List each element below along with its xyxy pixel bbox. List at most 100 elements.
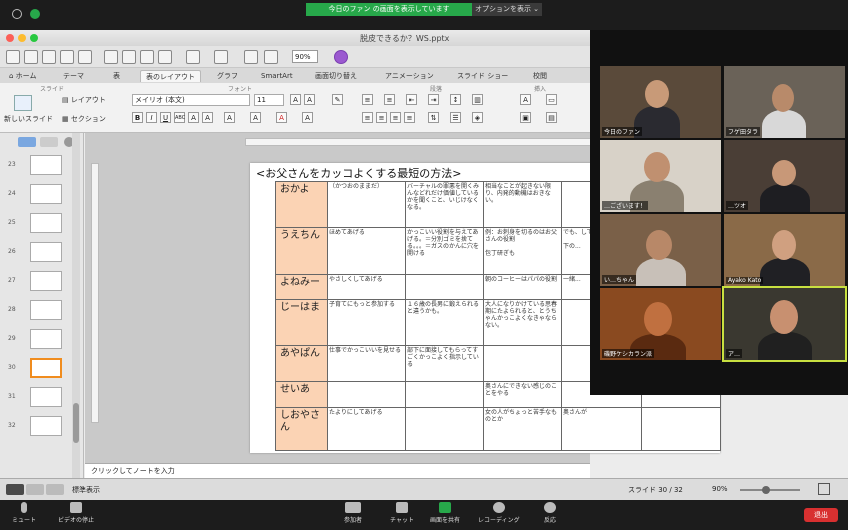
presenter-view-icon[interactable] [46, 484, 64, 495]
scroll-thumb[interactable] [73, 403, 79, 443]
name-cell[interactable]: あやぱん [275, 345, 328, 383]
outdent-icon[interactable]: ⇤ [406, 94, 417, 105]
columns-icon[interactable]: ▥ [472, 94, 483, 105]
picture-icon[interactable]: ▣ [520, 112, 531, 123]
table-cell[interactable]: バーチャルの罪悪を開くみんなどれだけ価値しているかを聞くこと、いじけなくなる。 [405, 180, 484, 229]
indent-icon[interactable]: ⇥ [428, 94, 439, 105]
help-icon[interactable] [334, 50, 348, 64]
tab-home[interactable]: ⌂ ホーム [4, 70, 41, 82]
notes-pane[interactable]: クリックしてノートを入力 [85, 463, 590, 478]
table-cell[interactable]: かっこいい役割を与えてあげる。＝分別ゴミを捨てる。。。＝ガスのかんに穴を開ける [405, 227, 484, 275]
table-cell[interactable]: １６歳の長男に鍛えられると違うかも。 [405, 299, 484, 347]
view-options-button[interactable]: オプションを表示 ⌄ [472, 3, 542, 16]
line-spacing-icon[interactable]: ↕ [450, 94, 461, 105]
outline-view-icon[interactable] [40, 137, 58, 147]
cut-icon[interactable] [104, 50, 118, 64]
subscript-icon[interactable]: A [202, 112, 213, 123]
table-cell[interactable]: 子育てにもっと参加する [327, 299, 406, 347]
new-slide-button[interactable]: 新しいスライド [4, 114, 53, 124]
paste-icon[interactable] [140, 50, 154, 64]
font-name-select[interactable]: メイリオ (本文) [132, 94, 250, 106]
table-cell[interactable] [327, 381, 406, 408]
tab-chart[interactable]: グラフ [212, 70, 243, 82]
minimize-window-button[interactable] [18, 34, 26, 42]
save-icon[interactable] [60, 50, 74, 64]
info-icon[interactable] [12, 9, 22, 19]
slide-thumbnail-selected[interactable] [30, 358, 62, 378]
mute-button[interactable]: ミュート [12, 502, 36, 524]
slide-thumbnail[interactable] [30, 155, 62, 175]
sorter-view-icon[interactable] [26, 484, 44, 495]
participant-tile[interactable]: 今日のファン [600, 66, 721, 138]
highlight-icon[interactable]: A [302, 112, 313, 123]
fit-window-icon[interactable] [818, 483, 830, 495]
superscript-icon[interactable]: A [188, 112, 199, 123]
maximize-window-button[interactable] [30, 34, 38, 42]
participant-tile[interactable]: 磯野ケシカラン派 [600, 288, 721, 360]
table-cell[interactable] [405, 381, 484, 408]
justify-icon[interactable]: ≡ [404, 112, 415, 123]
table-cell[interactable]: 奥さんが [561, 406, 642, 452]
chat-button[interactable]: チャット [390, 502, 414, 524]
slide-thumbnail[interactable] [30, 387, 62, 407]
section-button[interactable]: ▦ セクション [62, 114, 106, 124]
reactions-button[interactable]: 反応 [544, 502, 556, 524]
bold-icon[interactable]: B [132, 112, 143, 123]
slide-thumbnail[interactable] [30, 271, 62, 291]
table-cell[interactable] [405, 406, 484, 452]
name-cell[interactable]: おかよ [275, 180, 328, 229]
slideshow-icon[interactable] [264, 50, 278, 64]
align-center-icon[interactable]: ≡ [376, 112, 387, 123]
table-cell[interactable]: たよりにしてあげる [327, 406, 406, 452]
layout-button[interactable]: ▤ レイアウト [62, 95, 106, 105]
thumbnail-scrollbar[interactable] [72, 133, 80, 478]
clear-format-icon[interactable]: ✎ [332, 94, 343, 105]
bullets-icon[interactable]: ≡ [362, 94, 373, 105]
record-button[interactable]: レコーディング [478, 502, 520, 524]
italic-icon[interactable]: I [146, 112, 157, 123]
slide-thumbnail[interactable] [30, 300, 62, 320]
slide-title[interactable]: <お父さんをカッコよくする最短の方法> [256, 165, 461, 181]
participant-tile[interactable]: い…ちゃん [600, 214, 721, 286]
align-left-icon[interactable]: ≡ [362, 112, 373, 123]
font-color-icon[interactable]: A [276, 112, 287, 123]
shape-icon[interactable]: ▭ [546, 94, 557, 105]
table-cell[interactable]: 例：お刺身を切るのはお父さんの役割 包丁研ぎも [483, 227, 562, 275]
table-cell[interactable]: 女の人がちょっと苦手なものとか [483, 406, 562, 452]
leave-meeting-button[interactable]: 退出 [804, 508, 838, 522]
open-folder-icon[interactable] [42, 50, 56, 64]
new-slide-icon[interactable] [14, 95, 32, 111]
format-painter-icon[interactable] [158, 50, 172, 64]
participant-tile[interactable]: Ayako Kato [724, 214, 845, 286]
slide-thumbnail[interactable] [30, 213, 62, 233]
table-cell[interactable]: やさしくしてあげる [327, 273, 406, 301]
print-icon[interactable] [78, 50, 92, 64]
table-cell[interactable]: 相当なことが起きない限り、内発的動機はおきない。 [483, 180, 562, 229]
convert-smartart-icon[interactable]: ◈ [472, 112, 483, 123]
table-cell[interactable]: ほめてあげる [327, 227, 406, 275]
tab-table-layout[interactable]: 表のレイアウト [140, 70, 201, 82]
new-document-icon[interactable] [6, 50, 20, 64]
table-cell[interactable]: （かつおのままだ） [327, 180, 406, 229]
tab-smartart[interactable]: SmartArt [256, 70, 298, 82]
table-cell[interactable]: 部下に面接してもらってすごくかっこよく指示している [405, 345, 484, 383]
table-cell[interactable]: 大人になりかけている思春期にたよられると、とうちゃんかっこよくなきゃならない。 [483, 299, 562, 347]
align-text-icon[interactable]: ☰ [450, 112, 461, 123]
align-right-icon[interactable]: ≡ [390, 112, 401, 123]
zoom-combo[interactable]: 90% [292, 50, 318, 63]
tab-slideshow[interactable]: スライド ショー [452, 70, 513, 82]
zoom-slider-thumb[interactable] [762, 486, 770, 494]
numbering-icon[interactable]: ≡ [384, 94, 395, 105]
insert-table-icon[interactable] [244, 50, 258, 64]
tab-animations[interactable]: アニメーション [380, 70, 439, 82]
security-shield-icon[interactable] [30, 9, 40, 19]
underline-icon[interactable]: U [160, 112, 171, 123]
name-cell[interactable]: じーはま [275, 299, 328, 347]
arrange-icon[interactable]: ▤ [546, 112, 557, 123]
close-window-button[interactable] [6, 34, 14, 42]
zoom-slider[interactable] [740, 486, 800, 494]
participant-tile[interactable]: …ツオ [724, 140, 845, 212]
name-cell[interactable]: よねみー [275, 273, 328, 301]
table-cell[interactable]: 朝のコーヒーはパパの役割 [483, 273, 562, 301]
table-cell[interactable]: 仕事でかっこいいを見せる [327, 345, 406, 383]
